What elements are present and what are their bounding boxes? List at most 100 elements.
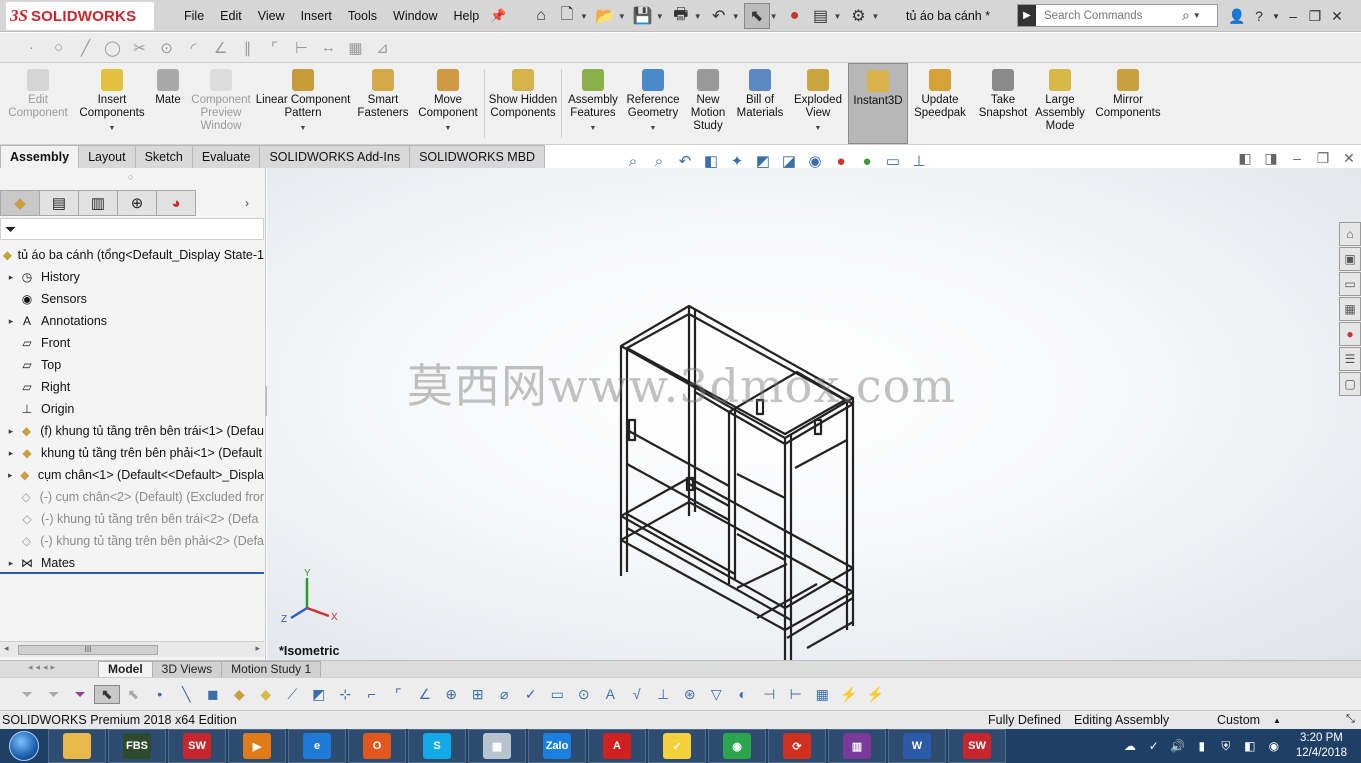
parallel-icon[interactable]: ∥ bbox=[234, 39, 261, 57]
take-snapshot-button[interactable]: Take Snapshot bbox=[972, 63, 1034, 144]
menu-edit[interactable]: Edit bbox=[212, 0, 250, 32]
task-pane-home-icon[interactable]: ⌂ bbox=[1339, 222, 1361, 246]
rapid-dim-alt-icon[interactable]: ⚡ bbox=[862, 686, 889, 703]
menu-file[interactable]: File bbox=[176, 0, 212, 32]
taskbar-app-solidworks-2018[interactable]: SW bbox=[168, 729, 226, 763]
center-mark-icon[interactable]: ⊕ bbox=[438, 686, 465, 703]
volume-icon[interactable]: 🔊 bbox=[1166, 739, 1190, 753]
menu-insert[interactable]: Insert bbox=[293, 0, 340, 32]
edge-tool-icon[interactable]: ⌐ bbox=[359, 686, 386, 702]
save-icon[interactable]: 💾 bbox=[630, 3, 656, 29]
mate-button[interactable]: Mate bbox=[148, 63, 188, 144]
taskbar-app-acrobat[interactable]: A bbox=[588, 729, 646, 763]
tab-model[interactable]: Model bbox=[98, 660, 153, 678]
expand-arrow-icon[interactable]: ▸ bbox=[4, 558, 18, 569]
linear-component-pattern-button[interactable]: Linear Component Pattern ▼ bbox=[254, 63, 352, 144]
insert-components-dropdown-icon[interactable]: ▼ bbox=[109, 122, 116, 135]
custom-properties-icon[interactable]: ☰ bbox=[1339, 347, 1361, 371]
menu-help[interactable]: Help bbox=[446, 0, 488, 32]
trim-icon[interactable]: ✂ bbox=[126, 39, 153, 57]
tab-solidworks-add-ins[interactable]: SOLIDWORKS Add-Ins bbox=[259, 145, 411, 168]
filter-clear-icon[interactable]: ⏷ bbox=[41, 686, 68, 703]
scroll-right-icon[interactable]: ▸ bbox=[255, 643, 260, 654]
new-document-icon[interactable]: 🗋 bbox=[554, 3, 580, 29]
tree-item[interactable]: ⊥ Origin bbox=[0, 398, 264, 420]
taskbar-app-sticky-notes[interactable]: ✓ bbox=[648, 729, 706, 763]
reference-geometry-dropdown-icon[interactable]: ▼ bbox=[650, 122, 657, 135]
select-dropdown-icon[interactable]: ⬉ bbox=[120, 686, 147, 703]
taskbar-app-word[interactable]: W bbox=[888, 729, 946, 763]
tab-sketch[interactable]: Sketch bbox=[134, 145, 193, 168]
corner-icon[interactable]: ⌜ bbox=[261, 39, 288, 57]
taskbar-app-fbs[interactable]: FBS bbox=[108, 729, 166, 763]
taskbar-app-internet-explorer[interactable]: e bbox=[288, 729, 346, 763]
offset-icon[interactable]: ⊙ bbox=[153, 39, 180, 57]
network-icon[interactable]: ☁ bbox=[1118, 739, 1142, 753]
tree-item[interactable]: ◉ Sensors bbox=[0, 288, 264, 310]
tile-right-icon[interactable]: ◨ bbox=[1258, 150, 1284, 167]
appearances-icon[interactable]: ● bbox=[1339, 322, 1361, 346]
rapid-dim-icon[interactable]: ⚡ bbox=[836, 686, 863, 703]
revision-icon[interactable]: ▽ bbox=[703, 686, 730, 703]
line-icon[interactable]: ╱ bbox=[72, 39, 99, 57]
cosmetic-thread-icon[interactable]: ◐ bbox=[730, 686, 757, 702]
taskbar-app-chrome[interactable]: ◉ bbox=[708, 729, 766, 763]
tab-evaluate[interactable]: Evaluate bbox=[191, 145, 261, 168]
filter-vertex-icon[interactable]: ⏷ bbox=[67, 686, 94, 703]
datum-target-icon[interactable]: ⊛ bbox=[677, 686, 704, 703]
table-icon[interactable]: ▦ bbox=[809, 686, 836, 703]
arc-icon[interactable]: ◜ bbox=[180, 39, 207, 57]
surface-finish-icon[interactable]: √ bbox=[624, 686, 651, 702]
tab-solidworks-mbd[interactable]: SOLIDWORKS MBD bbox=[409, 145, 546, 168]
angle-icon[interactable]: ∠ bbox=[207, 39, 234, 57]
home-icon[interactable]: ⌂ bbox=[528, 3, 554, 29]
expand-arrow-icon[interactable]: ▸ bbox=[4, 470, 17, 481]
options-gear-icon[interactable]: ⚙ bbox=[845, 3, 871, 29]
tree-item[interactable]: ▸ A Annotations bbox=[0, 310, 264, 332]
exploded-view-button[interactable]: Exploded View ▼ bbox=[788, 63, 848, 144]
expand-arrow-icon[interactable]: ▸ bbox=[4, 448, 18, 459]
part-tool-icon[interactable]: ◆ bbox=[226, 686, 253, 703]
print-dropdown-icon[interactable]: ▼ bbox=[694, 12, 702, 21]
move-component-button[interactable]: Move Component ▼ bbox=[414, 63, 482, 144]
grid-icon[interactable]: ▦ bbox=[342, 39, 369, 57]
assembly-features-dropdown-icon[interactable]: ▼ bbox=[590, 122, 597, 135]
forum-icon[interactable]: ▢ bbox=[1339, 372, 1361, 396]
taskbar-app-calculator[interactable]: ▦ bbox=[468, 729, 526, 763]
checkmark-tray-icon[interactable]: ✓ bbox=[1142, 739, 1166, 753]
component-preview-window-button[interactable]: Component Preview Window bbox=[188, 63, 254, 144]
taskbar-app-skype[interactable]: S bbox=[408, 729, 466, 763]
select-dropdown-icon[interactable]: ▼ bbox=[770, 12, 778, 21]
viewport-close-icon[interactable]: ✕ bbox=[1336, 150, 1361, 167]
search-input[interactable] bbox=[1036, 9, 1176, 22]
edit-component-button[interactable]: Edit Component bbox=[0, 63, 76, 144]
exploded-view-dropdown-icon[interactable]: ▼ bbox=[815, 122, 822, 135]
open-dropdown-icon[interactable]: ▼ bbox=[618, 12, 626, 21]
vertex-tool-icon[interactable]: ⊹ bbox=[332, 686, 359, 703]
assembly-features-button[interactable]: Assembly Features ▼ bbox=[564, 63, 622, 144]
sketch-segment-icon[interactable]: ⌜ bbox=[385, 686, 412, 703]
circle-icon[interactable]: ○ bbox=[45, 39, 72, 56]
hole-callout-icon[interactable]: ⊥ bbox=[650, 686, 677, 703]
edit-appearance-icon[interactable]: ● bbox=[828, 153, 854, 170]
note-icon[interactable]: ▭ bbox=[544, 686, 571, 703]
file-properties-icon[interactable]: ▤ bbox=[808, 3, 834, 29]
undo-dropdown-icon[interactable]: ▼ bbox=[732, 12, 740, 21]
options-dropdown-icon[interactable]: ▼ bbox=[871, 12, 879, 21]
units-selector[interactable]: Custom bbox=[1217, 713, 1260, 727]
chamfer-dim-icon[interactable]: ⊢ bbox=[783, 686, 810, 703]
tree-item[interactable]: ▱ Front bbox=[0, 332, 264, 354]
move-dropdown-icon[interactable]: ▼ bbox=[445, 122, 452, 135]
select-cursor-icon[interactable]: ⬉ bbox=[743, 3, 770, 29]
show-hidden-components-button[interactable]: Show Hidden Components bbox=[487, 63, 559, 144]
width-dimension-icon[interactable]: ↔ bbox=[315, 39, 342, 56]
zoom-to-area-icon[interactable]: ⌕ bbox=[646, 153, 672, 170]
balloon-icon[interactable]: ⊙ bbox=[571, 686, 598, 703]
large-assembly-mode-button[interactable]: Large Assembly Mode bbox=[1034, 63, 1086, 144]
tab-3d-views[interactable]: 3D Views bbox=[151, 660, 223, 678]
bill-of-materials-button[interactable]: Bill of Materials bbox=[732, 63, 788, 144]
security-icon[interactable]: ⛨ bbox=[1214, 739, 1238, 754]
view-palette-icon[interactable]: ▦ bbox=[1339, 297, 1361, 321]
solidworks-tray-icon[interactable]: ◉ bbox=[1262, 739, 1286, 753]
instant3d-button[interactable]: Instant3D bbox=[848, 63, 908, 144]
